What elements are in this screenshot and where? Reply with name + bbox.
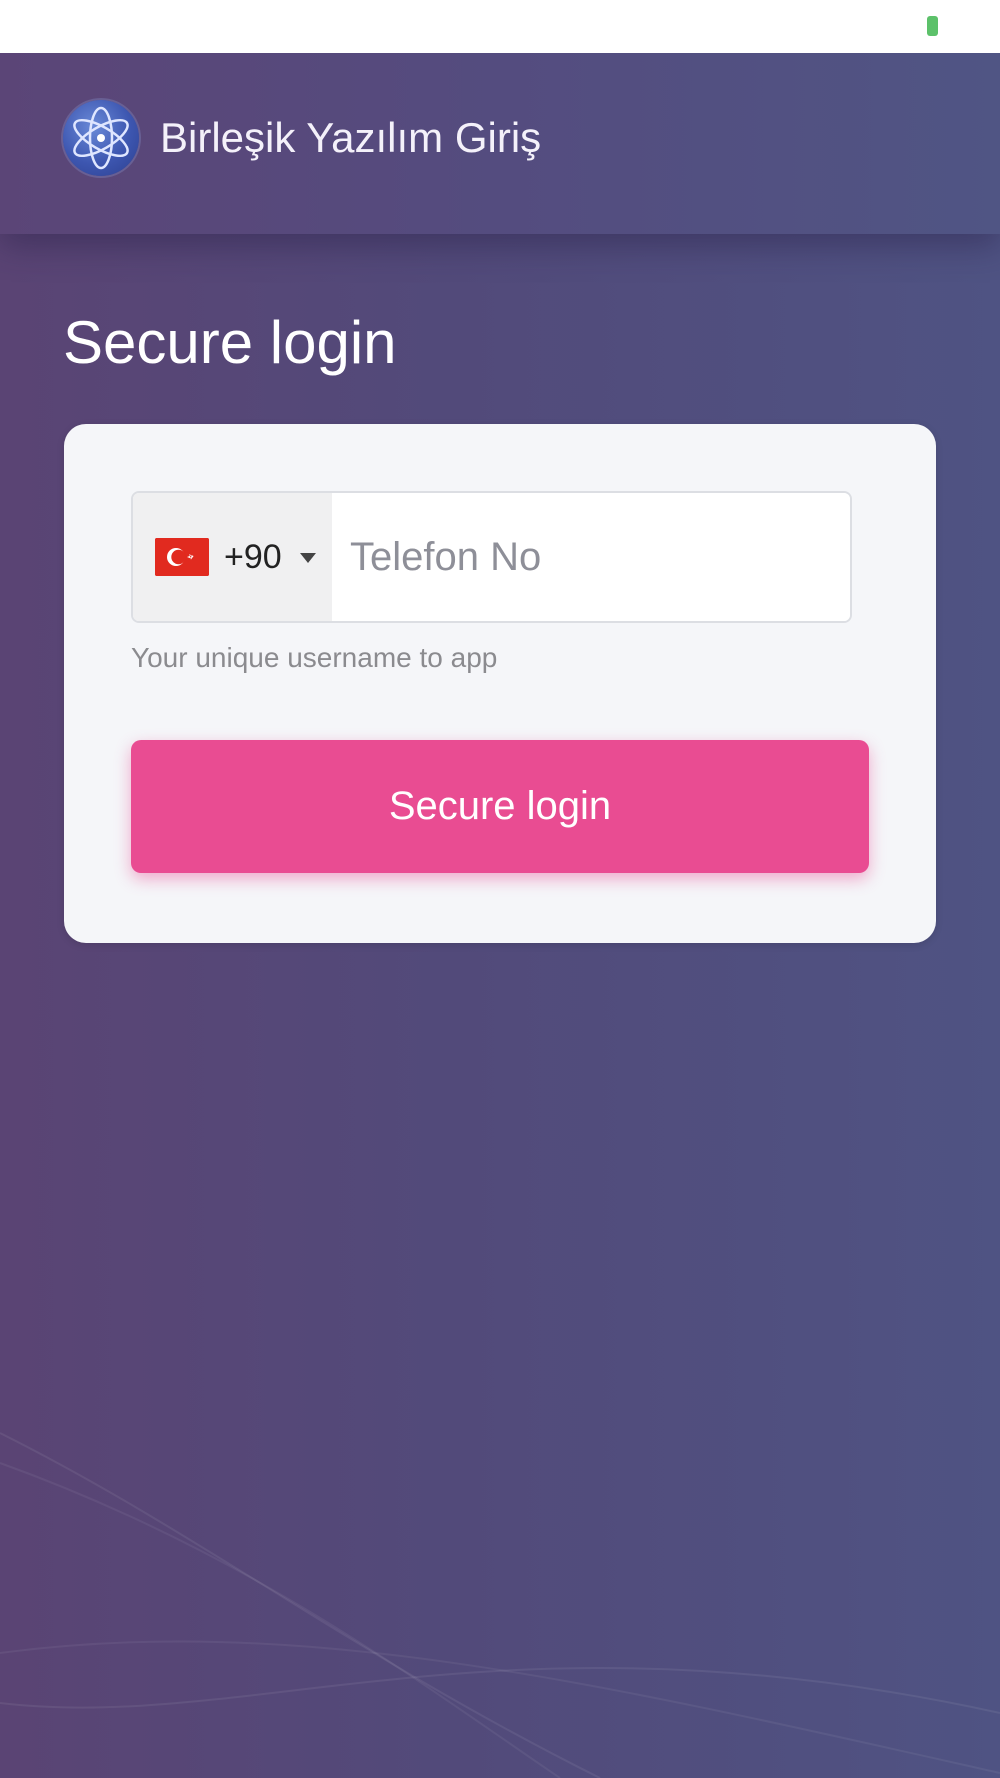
login-card: +90 Your unique username to app Secure l… — [64, 424, 936, 943]
turkey-flag-icon — [155, 538, 209, 576]
status-bar — [0, 0, 1000, 53]
phone-field: +90 — [131, 491, 852, 623]
country-code-select[interactable]: +90 — [133, 493, 332, 621]
secure-login-button[interactable]: Secure login — [131, 740, 869, 873]
dial-code: +90 — [224, 538, 282, 576]
battery-icon — [927, 16, 938, 36]
background-wave-lines — [0, 1432, 1000, 1778]
chevron-down-icon — [300, 553, 316, 563]
atom-icon — [63, 100, 139, 176]
phone-input[interactable] — [332, 493, 850, 621]
page-title: Secure login — [63, 309, 397, 376]
app-screen: Birleşik Yazılım Giriş Secure login +90 … — [0, 53, 1000, 1778]
app-title: Birleşik Yazılım Giriş — [160, 114, 542, 161]
phone-helper-text: Your unique username to app — [131, 642, 498, 673]
app-header: Birleşik Yazılım Giriş — [0, 53, 1000, 234]
